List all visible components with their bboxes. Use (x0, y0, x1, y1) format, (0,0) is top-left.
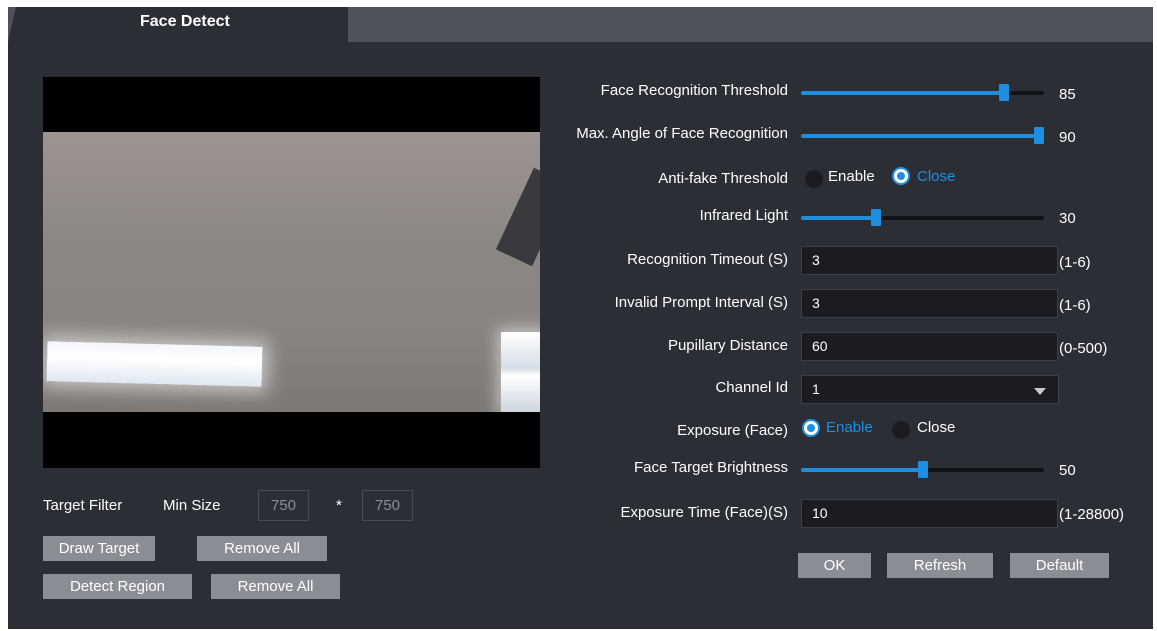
invalid-prompt-interval-range: (1-6) (1059, 297, 1091, 314)
pupillary-distance-input[interactable]: 60 (801, 332, 1058, 361)
min-size-height-input[interactable]: 750 (362, 490, 413, 521)
exposure-face-label: Exposure (Face) (677, 422, 788, 439)
anti-fake-enable-radio[interactable] (805, 170, 823, 188)
target-filter-label: Target Filter (43, 497, 123, 514)
invalid-prompt-interval-label: Invalid Prompt Interval (S) (614, 294, 788, 311)
chevron-down-icon[interactable] (1034, 388, 1046, 395)
max-angle-slider[interactable] (801, 127, 1044, 144)
channel-id-value: 1 (812, 381, 820, 397)
exposure-time-input[interactable]: 10 (801, 499, 1058, 528)
slider-thumb[interactable] (1034, 127, 1044, 144)
face-recognition-threshold-label: Face Recognition Threshold (600, 82, 788, 99)
detect-region-button[interactable]: Detect Region (43, 574, 192, 599)
channel-id-select[interactable]: 1 (801, 375, 1059, 404)
remove-all-targets-button[interactable]: Remove All (197, 536, 327, 561)
max-angle-label: Max. Angle of Face Recognition (576, 125, 788, 142)
exposure-face-close-label[interactable]: Close (917, 419, 955, 436)
channel-id-label: Channel Id (715, 379, 788, 396)
min-size-width-input[interactable]: 750 (258, 490, 309, 521)
recognition-timeout-input[interactable]: 3 (801, 246, 1058, 275)
exposure-face-enable-label[interactable]: Enable (826, 419, 873, 436)
face-detect-panel: Face Detect Target Filter Min Size 750 *… (8, 7, 1153, 629)
slider-thumb[interactable] (999, 84, 1009, 101)
tab-face-detect[interactable]: Face Detect (8, 7, 348, 42)
anti-fake-close-radio[interactable] (892, 167, 910, 185)
face-target-brightness-label: Face Target Brightness (634, 459, 788, 476)
face-target-brightness-slider[interactable] (801, 461, 1044, 478)
exposure-time-label: Exposure Time (Face)(S) (620, 504, 788, 521)
size-separator: * (336, 497, 342, 514)
max-angle-value: 90 (1059, 129, 1076, 146)
recognition-timeout-label: Recognition Timeout (S) (627, 251, 788, 268)
face-recognition-threshold-slider[interactable] (801, 84, 1044, 101)
slider-fill (801, 91, 1004, 95)
ok-button[interactable]: OK (798, 553, 871, 578)
refresh-button[interactable]: Refresh (887, 553, 993, 578)
anti-fake-close-label[interactable]: Close (917, 168, 955, 185)
min-size-label: Min Size (163, 497, 221, 514)
infrared-light-label: Infrared Light (699, 207, 788, 224)
remove-all-regions-button[interactable]: Remove All (211, 574, 340, 599)
draw-target-button[interactable]: Draw Target (43, 536, 155, 561)
tab-bar: Face Detect (8, 7, 1153, 42)
exposure-face-enable-radio[interactable] (802, 419, 820, 437)
anti-fake-enable-label[interactable]: Enable (828, 168, 875, 185)
anti-fake-label: Anti-fake Threshold (658, 170, 788, 187)
tab-face-detect-label: Face Detect (140, 13, 230, 30)
slider-fill (801, 216, 876, 220)
slider-fill (801, 134, 1039, 138)
invalid-prompt-interval-input[interactable]: 3 (801, 289, 1058, 318)
pupillary-distance-range: (0-500) (1059, 340, 1108, 357)
slider-fill (801, 468, 923, 472)
slider-thumb[interactable] (871, 209, 881, 226)
infrared-light-value: 30 (1059, 210, 1076, 227)
recognition-timeout-range: (1-6) (1059, 254, 1091, 271)
face-target-brightness-value: 50 (1059, 462, 1076, 479)
infrared-light-slider[interactable] (801, 209, 1044, 226)
exposure-face-close-radio[interactable] (892, 421, 910, 439)
exposure-time-range: (1-28800) (1059, 506, 1125, 523)
face-recognition-threshold-value: 85 (1059, 86, 1076, 103)
scene-light-left (46, 341, 263, 387)
pupillary-distance-label: Pupillary Distance (667, 337, 788, 354)
slider-thumb[interactable] (918, 461, 928, 478)
default-button[interactable]: Default (1010, 553, 1109, 578)
